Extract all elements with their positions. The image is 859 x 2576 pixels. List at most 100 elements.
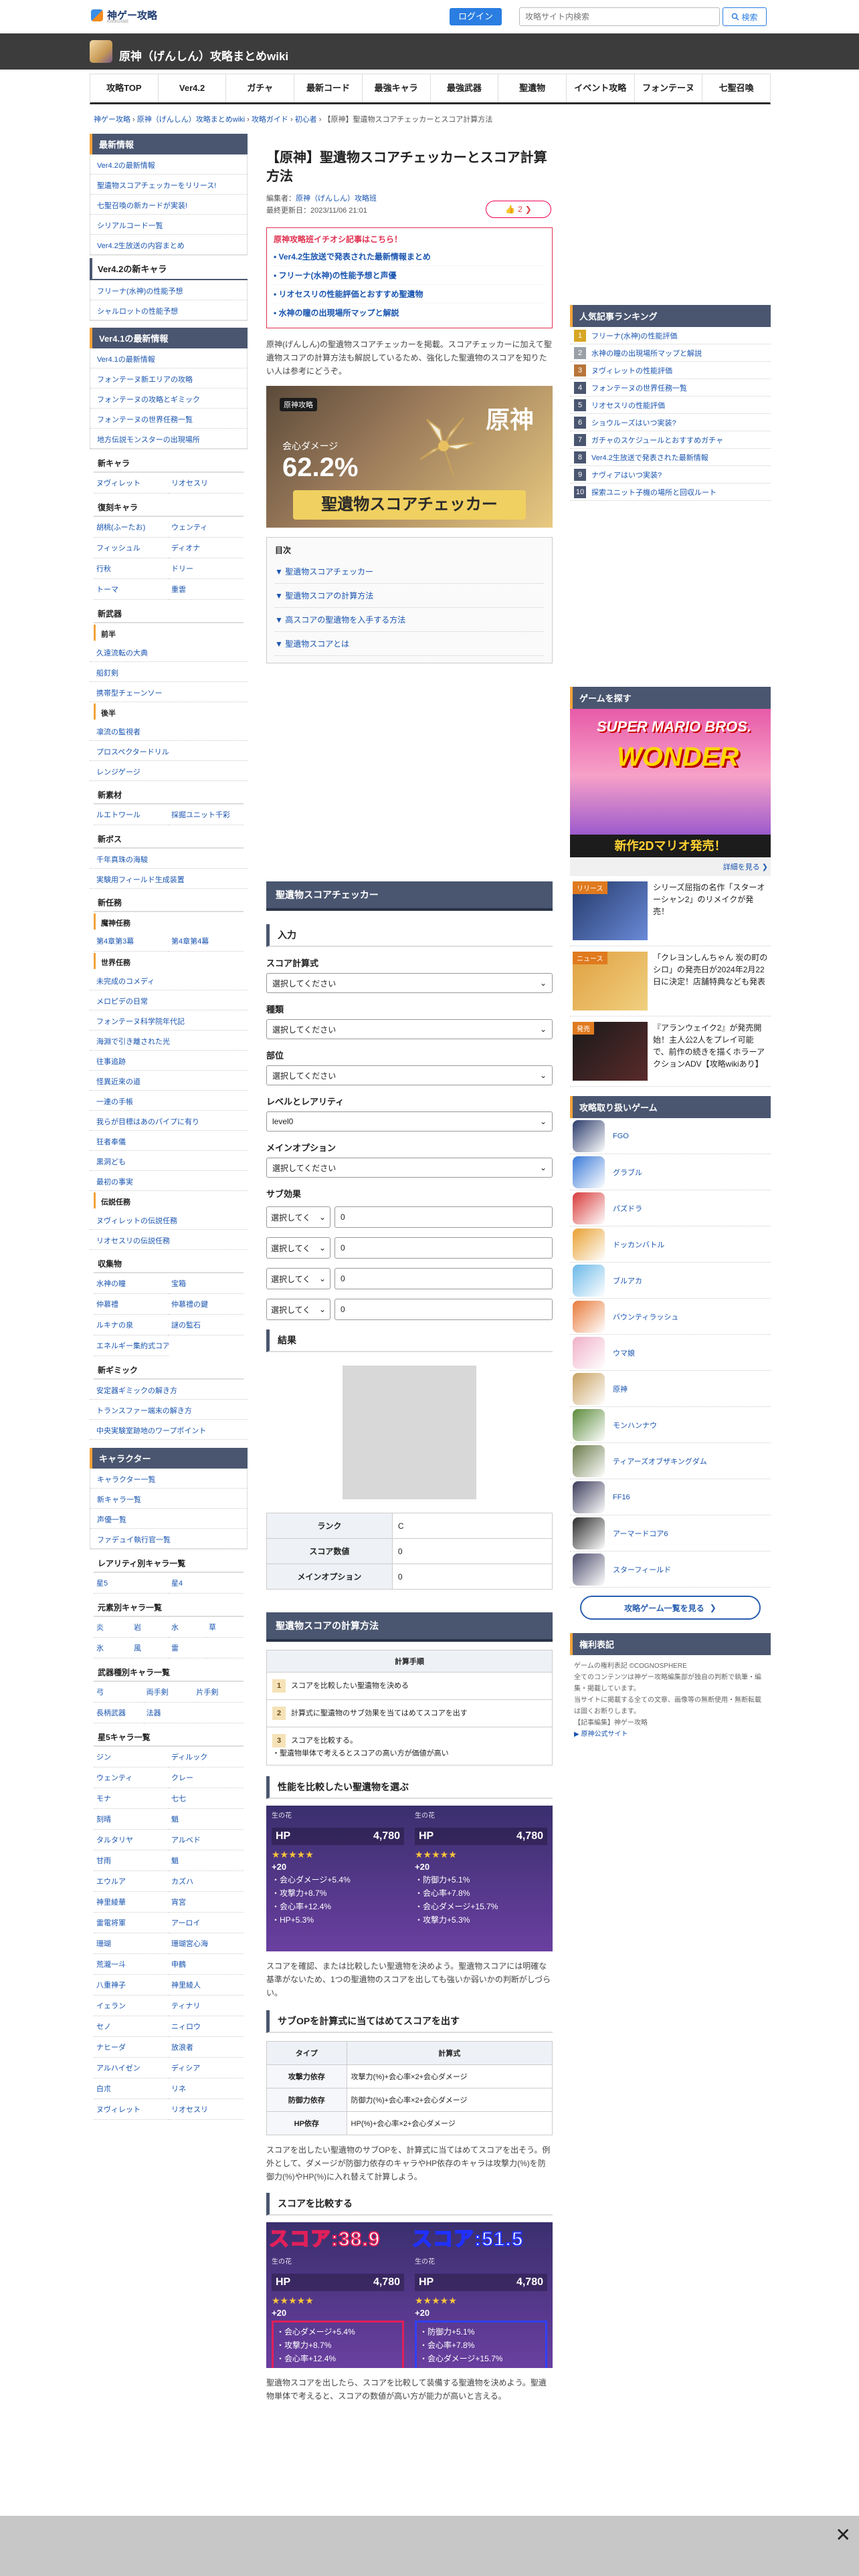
ranking-link[interactable]: 水神の瞳の出現場所マップと解説 xyxy=(591,348,702,358)
close-icon[interactable]: ✕ xyxy=(836,2524,851,2546)
sidebar-link[interactable]: ファデュイ執行官一覧 xyxy=(90,1529,247,1549)
nav-tab[interactable]: 最新コード xyxy=(294,74,363,102)
game-link[interactable]: ウマ娘 xyxy=(613,1348,635,1358)
sidebar-link[interactable]: リネ xyxy=(169,2078,244,2099)
sidebar-link[interactable]: シャルロットの性能予想 xyxy=(90,300,247,320)
news-item[interactable]: 発売 『アランウェイク2』が発売開始！主人公2人をプレイ可能で、前作の続きを描くホ… xyxy=(570,1016,771,1087)
game-link[interactable]: FF16 xyxy=(613,1493,630,1501)
login-button[interactable]: ログイン xyxy=(450,8,502,25)
pickup-link[interactable]: • リオセスリの性能評価とおすすめ聖遺物 xyxy=(274,285,545,304)
sidebar-link[interactable]: 地方伝説モンスターの出現場所 xyxy=(90,429,247,449)
toc-link[interactable]: ▼ 聖遺物スコアチェッカー xyxy=(275,560,544,584)
sidebar-link[interactable]: 往事追跡 xyxy=(90,1051,248,1071)
sidebar-link[interactable]: リオセスリ xyxy=(169,473,244,494)
breadcrumb-item[interactable]: 神ゲー攻略 xyxy=(94,116,130,124)
sidebar-link[interactable]: ジン xyxy=(94,1747,169,1767)
sidebar-link[interactable]: 声優一覧 xyxy=(90,1509,247,1529)
sidebar-link[interactable]: 白朮 xyxy=(94,2078,169,2099)
ranking-link[interactable]: ショウルーズはいつ実装? xyxy=(591,417,676,428)
pickup-link[interactable]: • Ver4.2生放送で発表された最新情報まとめ xyxy=(274,247,545,266)
sidebar-link[interactable]: メロピデの日常 xyxy=(90,990,248,1010)
sidebar-link[interactable]: ディルック xyxy=(169,1747,244,1767)
sidebar-link[interactable]: 魈 xyxy=(169,1809,244,1830)
sidebar-link[interactable]: 行秋 xyxy=(94,558,169,579)
news-item[interactable]: ニュース 「クレヨンしんちゃん 炭の町のシロ」の発売日が2024年2月22日に決定… xyxy=(570,946,771,1016)
sidebar-link[interactable]: 狂者奉儀 xyxy=(90,1131,248,1151)
site-logo[interactable]: 神ゲー攻略 KAMIGAME xyxy=(91,8,157,24)
sub-stat-select[interactable]: 選択してく ⌄ xyxy=(266,1237,330,1259)
pickup-link[interactable]: • フリーナ(水神)の性能予想と声優 xyxy=(274,266,545,285)
slot-select[interactable]: 選択してください ⌄ xyxy=(266,1065,553,1085)
game-link[interactable]: グラブル xyxy=(613,1167,642,1178)
sidebar-link[interactable]: シリアルコード一覧 xyxy=(90,215,247,235)
sidebar-link[interactable]: 中央実験室跡地のワープポイント xyxy=(90,1420,248,1440)
nav-tab[interactable]: フォンテーヌ xyxy=(635,74,703,102)
game-item[interactable]: スターフィールド xyxy=(570,1551,771,1588)
game-banner[interactable]: SUPER MARIO BROS. WONDER 新作2Dマリオ発売！ xyxy=(570,709,771,857)
sidebar-link[interactable]: フィッシュル xyxy=(94,538,169,558)
sidebar-link[interactable]: 凛流の監視者 xyxy=(90,721,248,741)
sidebar-link[interactable]: 炎 xyxy=(94,1617,131,1638)
ranking-link[interactable]: フリーナ(水神)の性能評価 xyxy=(591,330,677,341)
wiki-icon[interactable] xyxy=(90,40,112,63)
sidebar-link[interactable]: 実験用フィールド生成装置 xyxy=(90,869,248,889)
game-item[interactable]: パズドラ xyxy=(570,1190,771,1226)
formula-select[interactable]: 選択してください ⌄ xyxy=(266,973,553,993)
game-link[interactable]: ティアーズオブザキングダム xyxy=(613,1456,707,1467)
sidebar-link[interactable]: 法器 xyxy=(143,1703,194,1723)
game-link[interactable]: FGO xyxy=(613,1132,629,1140)
sidebar-link[interactable]: ヌヴィレット xyxy=(94,2099,169,2120)
news-item[interactable]: リリース シリーズ屈指の名作「スターオーシャン2」のリメイクが発売！ xyxy=(570,876,771,946)
nav-tab[interactable]: Ver4.2 xyxy=(159,74,227,102)
ranking-link[interactable]: ヌヴィレットの性能評価 xyxy=(591,365,672,376)
sidebar-link[interactable]: 船釘剣 xyxy=(90,662,248,682)
game-item[interactable]: ドッカンバトル xyxy=(570,1226,771,1263)
sidebar-link[interactable]: 刻晴 xyxy=(94,1809,169,1830)
sidebar-link[interactable]: 千年真珠の海駿 xyxy=(90,849,248,869)
game-link[interactable]: モンハンナウ xyxy=(613,1420,657,1430)
ranking-item[interactable]: 7 ガチャのスケジュールとおすすめガチャ xyxy=(570,431,771,449)
sidebar-link[interactable]: レンジゲージ xyxy=(90,761,248,781)
pickup-link[interactable]: • 水神の瞳の出現場所マップと解説 xyxy=(274,304,545,322)
sidebar-link[interactable]: 水神の瞳 xyxy=(94,1273,169,1294)
sidebar-link[interactable]: フォンテーヌ科学院年代記 xyxy=(90,1010,248,1031)
sidebar-link[interactable]: 怪異近來の道 xyxy=(90,1071,248,1091)
game-item[interactable]: ウマ娘 xyxy=(570,1335,771,1371)
news-text[interactable]: 『アランウェイク2』が発売開始！主人公2人をプレイ可能で、前作の続きを描くホラー… xyxy=(653,1022,768,1081)
sidebar-link[interactable]: トーマ xyxy=(94,579,169,600)
ranking-item[interactable]: 1 フリーナ(水神)の性能評価 xyxy=(570,327,771,344)
game-link[interactable]: 原神 xyxy=(613,1384,628,1394)
game-item[interactable]: バウンティラッシュ xyxy=(570,1299,771,1335)
game-item[interactable]: FF16 xyxy=(570,1479,771,1515)
sidebar-link[interactable]: アルベド xyxy=(169,1830,244,1850)
sidebar-link[interactable]: 宝箱 xyxy=(169,1273,244,1294)
sidebar-link[interactable]: ルキナの泉 xyxy=(94,1315,169,1335)
sidebar-link[interactable]: リオセスリの伝説任務 xyxy=(90,1230,248,1250)
sidebar-link[interactable]: 採掘ユニット千彩 xyxy=(169,804,244,825)
sidebar-link[interactable]: カズハ xyxy=(169,1871,244,1892)
sidebar-link[interactable]: 聖遺物スコアチェッカーをリリース! xyxy=(90,175,247,195)
sidebar-link[interactable]: ナヒーダ xyxy=(94,2037,169,2058)
sub-stat-input[interactable]: 0 xyxy=(335,1299,553,1320)
sidebar-link[interactable]: 宵宮 xyxy=(169,1892,244,1913)
ranking-item[interactable]: 5 リオセスリの性能評価 xyxy=(570,397,771,414)
ranking-item[interactable]: 8 Ver4.2生放送で発表された最新情報 xyxy=(570,449,771,466)
sidebar-link[interactable] xyxy=(193,1703,244,1723)
game-item[interactable]: モンハンナウ xyxy=(570,1407,771,1443)
sidebar-link[interactable]: 岩 xyxy=(131,1617,169,1638)
nav-tab[interactable]: ガチャ xyxy=(226,74,295,102)
ranking-item[interactable]: 3 ヌヴィレットの性能評価 xyxy=(570,362,771,379)
sub-stat-input[interactable]: 0 xyxy=(335,1268,553,1289)
search-input[interactable] xyxy=(519,7,720,26)
nav-tab[interactable]: 最強キャラ xyxy=(363,74,431,102)
sidebar-link[interactable]: 海淵で引き離された光 xyxy=(90,1031,248,1051)
sidebar-link[interactable]: 魈 xyxy=(169,1850,244,1871)
game-item[interactable]: ブルアカ xyxy=(570,1263,771,1299)
sidebar-link[interactable]: 第4章第4幕 xyxy=(169,931,244,952)
sub-stat-input[interactable]: 0 xyxy=(335,1206,553,1228)
ranking-link[interactable]: ナヴィアはいつ実装? xyxy=(591,469,662,480)
game-link[interactable]: パズドラ xyxy=(613,1203,642,1214)
nav-tab[interactable]: 攻略TOP xyxy=(90,74,159,102)
nav-tab[interactable]: 聖遺物 xyxy=(498,74,567,102)
sidebar-link[interactable]: 未完成のコメディ xyxy=(90,970,248,990)
